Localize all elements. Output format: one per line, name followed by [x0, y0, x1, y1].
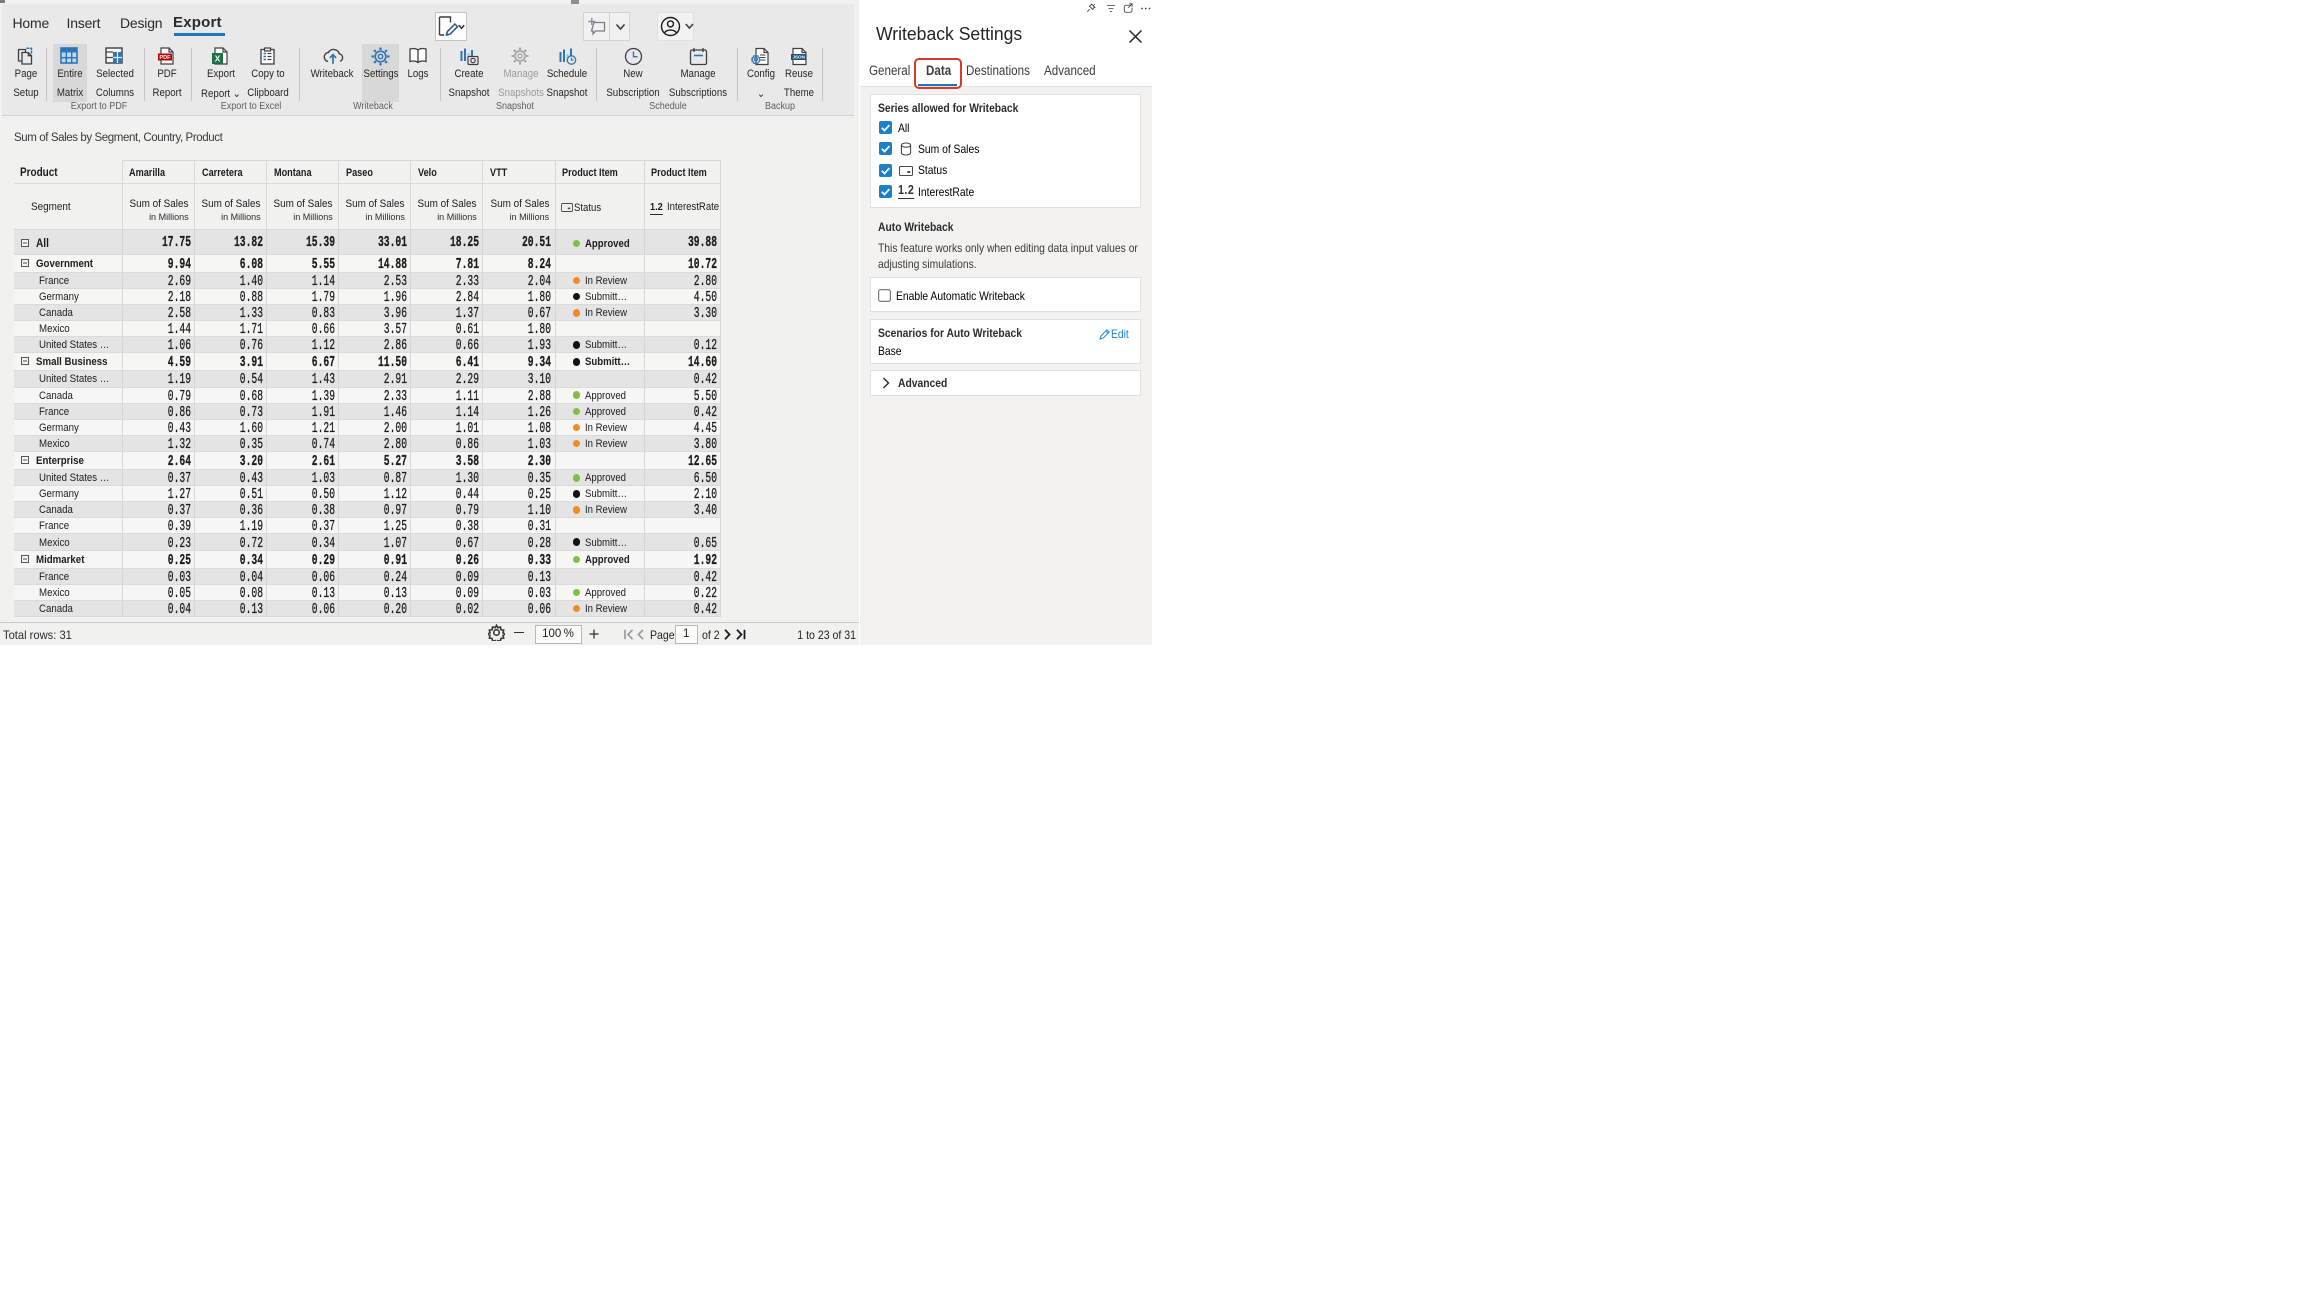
svg-text:X: X: [215, 54, 221, 64]
svg-text:JSON: JSON: [792, 55, 805, 60]
svg-text:PDF: PDF: [159, 55, 171, 61]
